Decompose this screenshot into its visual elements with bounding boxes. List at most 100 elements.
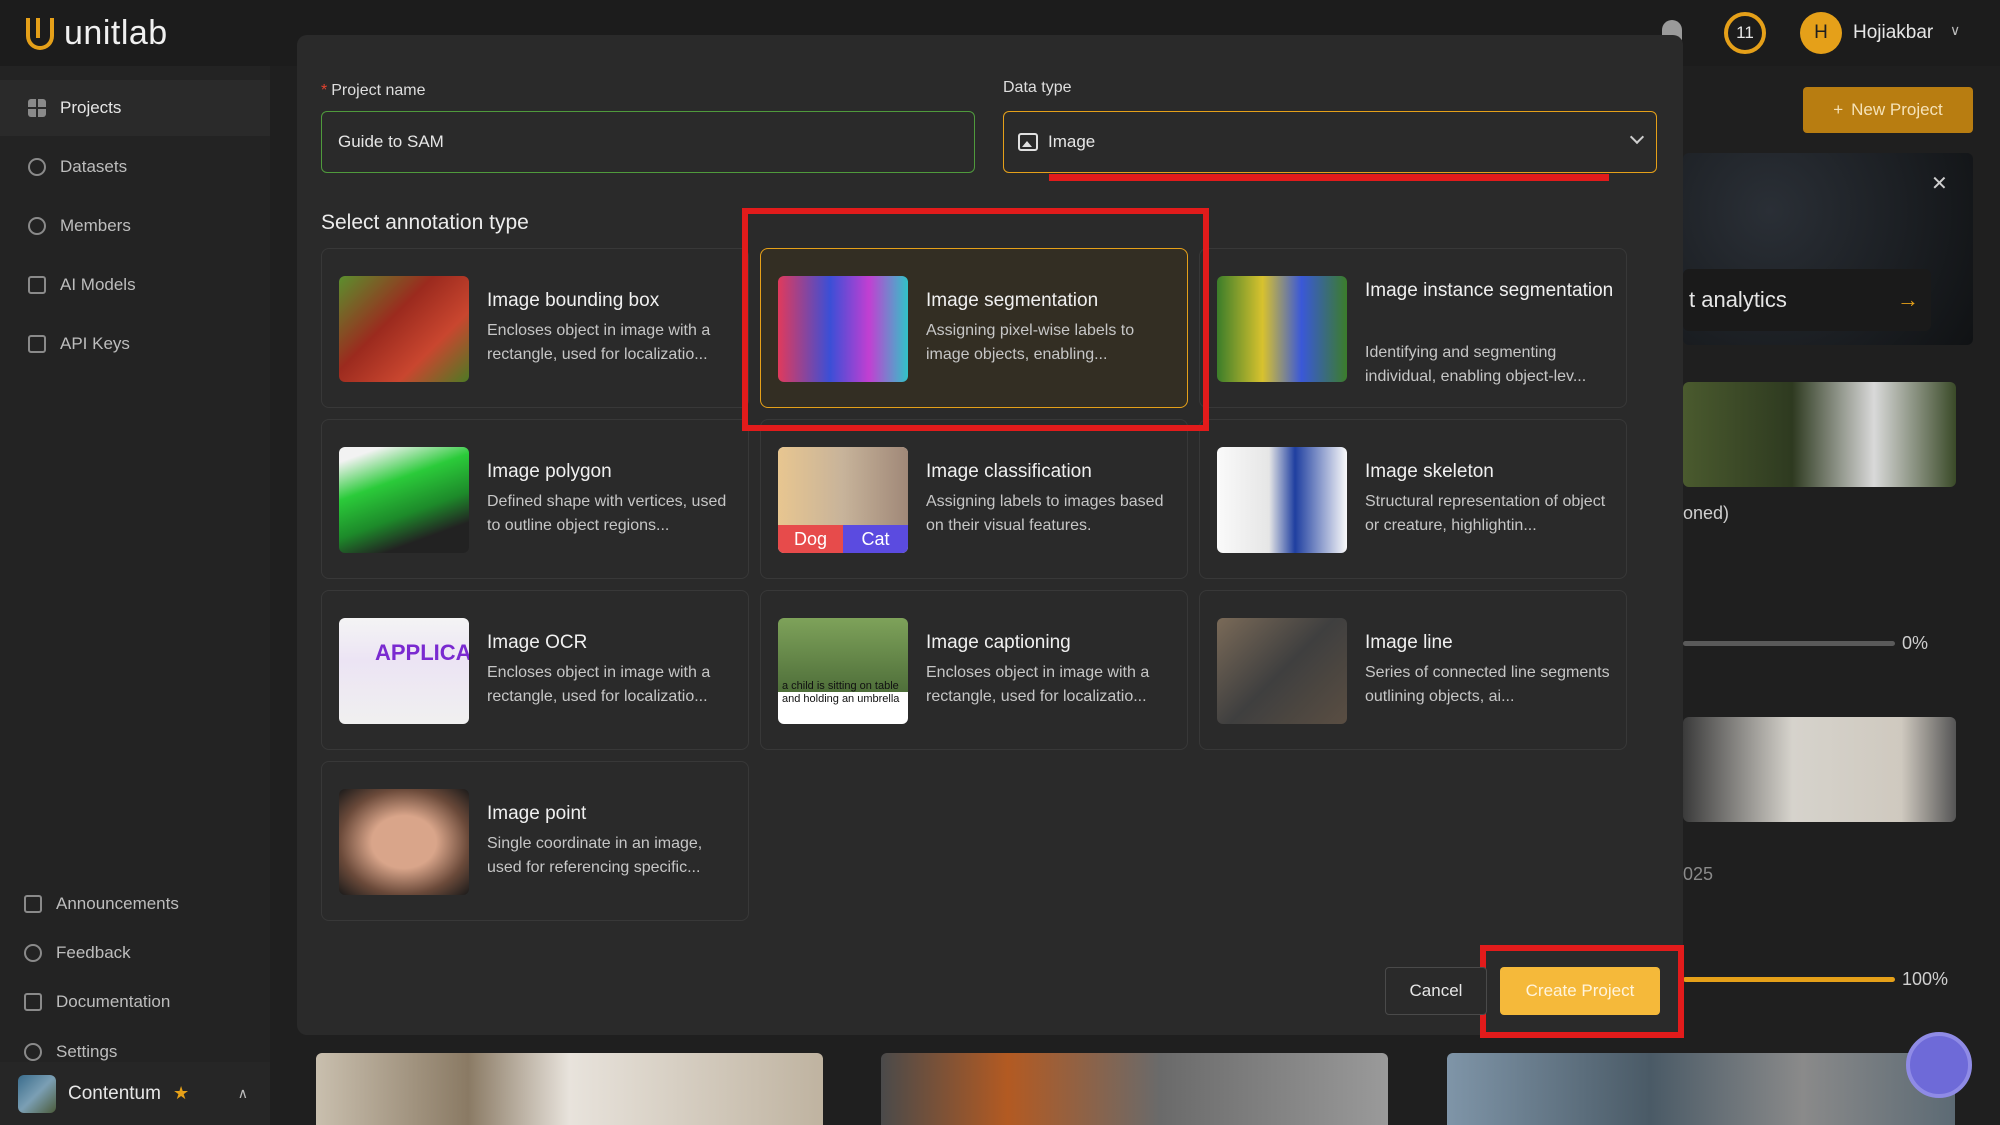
- card-title: Image instance segmentation: [1365, 279, 1615, 302]
- sidebar-item-projects[interactable]: Projects: [0, 80, 270, 136]
- card-title: Image classification: [926, 460, 1176, 483]
- chevron-down-icon[interactable]: ∨: [1950, 22, 1960, 39]
- card-title: Image skeleton: [1365, 460, 1615, 483]
- bounding-box-thumbnail: [339, 276, 469, 382]
- project-name-input[interactable]: [321, 111, 975, 173]
- app-name: unitlab: [64, 14, 168, 53]
- annotation-type-card[interactable]: Image polygon Defined shape with vertice…: [321, 419, 749, 579]
- line-thumbnail: [1217, 618, 1347, 724]
- point-thumbnail: [339, 789, 469, 895]
- polygon-thumbnail: [339, 447, 469, 553]
- card-title: Image OCR: [487, 631, 737, 654]
- sidebar-item-label: Datasets: [60, 157, 127, 177]
- card-description: Encloses object in image with a rectangl…: [926, 661, 1176, 709]
- sidebar-item-feedback[interactable]: Feedback: [0, 925, 270, 981]
- section-title: Select annotation type: [321, 211, 529, 235]
- sidebar-item-label: Announcements: [56, 894, 179, 914]
- sidebar-item-label: Documentation: [56, 992, 170, 1012]
- box-icon: [28, 276, 46, 294]
- project-thumbnail: [881, 1053, 1388, 1125]
- ocr-sample-text: APPLICA: [375, 640, 469, 666]
- key-icon: [28, 335, 46, 353]
- card-title: Image captioning: [926, 631, 1176, 654]
- project-name-label: *Project name: [321, 82, 426, 100]
- analytics-link[interactable]: t analytics →: [1683, 269, 1931, 331]
- cancel-button[interactable]: Cancel: [1385, 967, 1487, 1015]
- project-status-text: oned): [1683, 503, 1729, 524]
- project-name-label-text: Project name: [331, 82, 425, 99]
- card-description: Encloses object in image with a rectangl…: [487, 661, 737, 709]
- annotation-type-card[interactable]: Dog Cat Image classification Assigning l…: [760, 419, 1188, 579]
- sidebar-item-datasets[interactable]: Datasets: [0, 139, 270, 195]
- close-icon[interactable]: ✕: [1931, 171, 1948, 196]
- sidebar-item-members[interactable]: Members: [0, 198, 270, 254]
- chevron-down-icon: [1630, 130, 1644, 144]
- card-description: Structural representation of object or c…: [1365, 490, 1615, 538]
- progress-bar: [1683, 977, 1895, 982]
- workspace-switcher[interactable]: Contentum ★ ∧: [0, 1062, 270, 1125]
- card-title: Image polygon: [487, 460, 737, 483]
- ocr-thumbnail: APPLICA: [339, 618, 469, 724]
- card-title: Image line: [1365, 631, 1615, 654]
- logo[interactable]: unitlab: [26, 14, 168, 53]
- gear-icon: [24, 1043, 42, 1061]
- classification-photo: [778, 447, 908, 525]
- chat-support-button[interactable]: [1906, 1032, 1972, 1098]
- sidebar-item-label: Feedback: [56, 943, 131, 963]
- sidebar: Projects Datasets Members AI Models API …: [0, 66, 270, 1125]
- annotation-underline: [1049, 174, 1609, 181]
- workspace-avatar: [18, 1075, 56, 1113]
- sidebar-item-label: API Keys: [60, 334, 130, 354]
- avatar[interactable]: H: [1800, 12, 1842, 54]
- project-thumbnail: [1683, 717, 1956, 822]
- skeleton-thumbnail: [1217, 447, 1347, 553]
- card-description: Identifying and segmenting individual, e…: [1365, 341, 1615, 389]
- card-description: Single coordinate in an image, used for …: [487, 832, 737, 880]
- card-title: Image point: [487, 802, 737, 825]
- cat-label: Cat: [843, 525, 908, 553]
- analytics-text: t analytics: [1689, 287, 1787, 313]
- chat-icon: [24, 944, 42, 962]
- create-project-button[interactable]: Create Project: [1500, 967, 1660, 1015]
- book-icon: [24, 993, 42, 1011]
- sidebar-item-announcements[interactable]: Announcements: [0, 876, 270, 932]
- new-project-button[interactable]: + New Project: [1803, 87, 1973, 133]
- annotation-type-card[interactable]: Image point Single coordinate in an imag…: [321, 761, 749, 921]
- unitlab-logo-icon: [26, 18, 54, 50]
- project-thumbnail: [1447, 1053, 1955, 1125]
- annotation-type-card[interactable]: Image bounding box Encloses object in im…: [321, 248, 749, 408]
- card-description: Series of connected line segments outlin…: [1365, 661, 1615, 709]
- notification-counter[interactable]: 11: [1724, 12, 1766, 54]
- progress-label: 100%: [1902, 969, 1948, 990]
- annotation-type-card[interactable]: APPLICA Image OCR Encloses object in ima…: [321, 590, 749, 750]
- megaphone-icon: [24, 895, 42, 913]
- sidebar-item-label: Settings: [56, 1042, 117, 1062]
- card-title: Image bounding box: [487, 289, 737, 312]
- analytics-banner: ✕ t analytics →: [1683, 153, 1973, 345]
- sidebar-item-label: AI Models: [60, 275, 136, 295]
- data-type-select[interactable]: Image: [1003, 111, 1657, 173]
- project-date-text: 025: [1683, 864, 1713, 885]
- workspace-name: Contentum: [68, 1083, 161, 1105]
- annotation-type-card[interactable]: Image line Series of connected line segm…: [1199, 590, 1627, 750]
- caption-sample-text: a child is sitting on table and holding …: [782, 680, 904, 706]
- annotation-type-card[interactable]: a child is sitting on table and holding …: [760, 590, 1188, 750]
- users-icon: [28, 217, 46, 235]
- data-type-value: Image: [1048, 132, 1095, 152]
- create-project-modal: *Project name Data type Image Select ann…: [297, 35, 1683, 1035]
- card-description: Encloses object in image with a rectangl…: [487, 319, 737, 367]
- sidebar-item-ai-models[interactable]: AI Models: [0, 257, 270, 313]
- instance-segmentation-thumbnail: [1217, 276, 1347, 382]
- project-thumbnail: [316, 1053, 823, 1125]
- card-description: Defined shape with vertices, used to out…: [487, 490, 737, 538]
- sidebar-item-documentation[interactable]: Documentation: [0, 974, 270, 1030]
- annotation-type-card[interactable]: Image skeleton Structural representation…: [1199, 419, 1627, 579]
- sidebar-item-api-keys[interactable]: API Keys: [0, 316, 270, 372]
- arrow-right-icon: →: [1897, 287, 1919, 313]
- data-type-label: Data type: [1003, 79, 1071, 97]
- chevron-up-icon: ∧: [238, 1085, 248, 1102]
- star-icon: ★: [173, 1083, 189, 1104]
- user-name[interactable]: Hojiakbar: [1853, 22, 1933, 44]
- grid-icon: [28, 99, 46, 117]
- annotation-type-card[interactable]: Image instance segmentation Identifying …: [1199, 248, 1627, 408]
